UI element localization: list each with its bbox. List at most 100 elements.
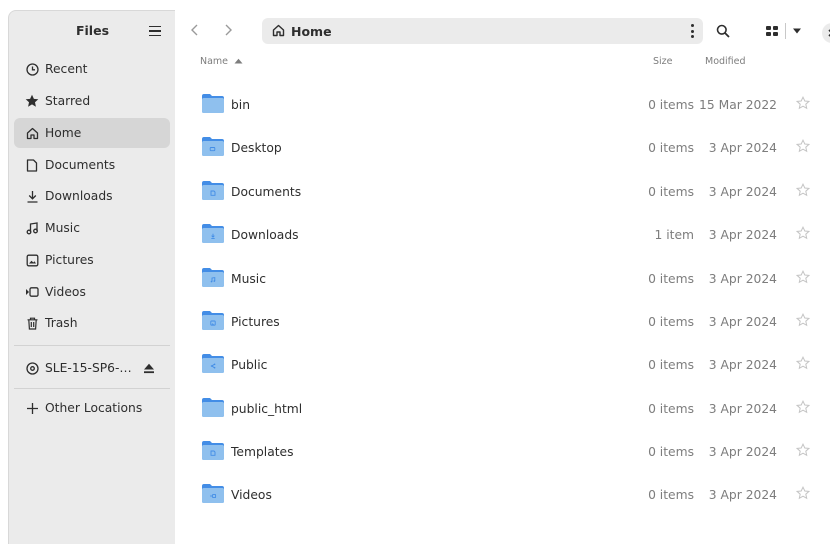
folder-icon	[202, 94, 224, 113]
file-row-videos[interactable]: Videos 0 items 3 Apr 2024	[190, 474, 830, 517]
file-size: 0 items	[648, 315, 694, 329]
disc-icon	[24, 360, 40, 376]
file-row-pictures[interactable]: Pictures 0 items 3 Apr 2024	[190, 301, 830, 344]
path-bar[interactable]: Home	[262, 18, 703, 44]
sidebar-item-device[interactable]: SLE-15-SP6-…	[14, 353, 170, 383]
header-bar: Home	[175, 10, 830, 50]
file-row-public-html[interactable]: public_html 0 items 3 Apr 2024	[190, 388, 830, 431]
sidebar-item-label: Home	[45, 126, 82, 140]
sidebar-item-label: Music	[45, 221, 80, 235]
sidebar-item-label: Trash	[45, 316, 78, 330]
sidebar-item-videos[interactable]: Videos	[14, 277, 170, 307]
files-window: Files Recent Starred Home Documents Down…	[0, 0, 830, 544]
breadcrumb-home[interactable]: Home	[291, 24, 332, 39]
search-icon	[716, 24, 730, 38]
file-modified: 15 Mar 2022	[699, 98, 777, 112]
column-modified-label: Modified	[705, 56, 746, 67]
sidebar-item-downloads[interactable]: Downloads	[14, 181, 170, 211]
star-outline-icon[interactable]	[796, 486, 810, 500]
file-size: 0 items	[648, 402, 694, 416]
file-row-documents[interactable]: Documents 0 items 3 Apr 2024	[190, 171, 830, 214]
star-outline-icon[interactable]	[796, 356, 810, 370]
file-size: 0 items	[648, 98, 694, 112]
sidebar-item-label: Recent	[45, 62, 88, 76]
toolbar-separator	[784, 23, 786, 39]
file-modified: 3 Apr 2024	[708, 272, 777, 286]
column-size-label: Size	[653, 56, 673, 67]
document-icon	[24, 157, 40, 173]
column-name-label: Name	[200, 56, 229, 67]
file-name: Desktop	[231, 141, 282, 155]
file-name: bin	[231, 98, 251, 112]
sidebar-item-label: SLE-15-SP6-…	[45, 361, 132, 375]
file-modified: 3 Apr 2024	[708, 445, 777, 459]
file-size: 0 items	[648, 488, 694, 502]
file-row-public[interactable]: Public 0 items 3 Apr 2024	[190, 344, 830, 387]
sidebar-item-label: Videos	[45, 285, 86, 299]
file-size: 1 item	[654, 228, 694, 242]
folder-videos-icon	[202, 484, 224, 503]
file-row-templates[interactable]: Templates 0 items 3 Apr 2024	[190, 431, 830, 474]
file-name: Downloads	[231, 228, 299, 242]
star-outline-icon[interactable]	[796, 270, 810, 284]
back-button[interactable]	[185, 20, 205, 40]
star-outline-icon[interactable]	[796, 400, 810, 414]
grid-view-icon	[765, 26, 778, 36]
close-button[interactable]	[822, 23, 830, 43]
file-row-downloads[interactable]: Downloads 1 item 3 Apr 2024	[190, 214, 830, 257]
music-icon	[24, 220, 40, 236]
download-icon	[24, 188, 40, 204]
file-size: 0 items	[648, 272, 694, 286]
home-icon	[24, 125, 40, 141]
file-name: Pictures	[231, 315, 280, 329]
folder-pictures-icon	[202, 311, 224, 330]
column-header-name[interactable]: Name	[200, 56, 243, 67]
file-size: 0 items	[648, 141, 694, 155]
sidebar-item-starred[interactable]: Starred	[14, 86, 170, 116]
star-outline-icon[interactable]	[796, 226, 810, 240]
sidebar: Files Recent Starred Home Documents Down…	[8, 10, 175, 544]
sort-ascending-icon	[234, 58, 243, 64]
eject-icon[interactable]	[142, 361, 156, 375]
main-menu-button[interactable]	[146, 22, 164, 40]
search-button[interactable]	[711, 19, 735, 43]
sidebar-item-other-locations[interactable]: Other Locations	[14, 393, 170, 423]
sidebar-item-trash[interactable]: Trash	[14, 308, 170, 338]
file-name: public_html	[231, 402, 303, 416]
file-name: Public	[231, 358, 268, 372]
star-outline-icon[interactable]	[796, 96, 810, 110]
forward-button[interactable]	[218, 20, 238, 40]
sidebar-item-home[interactable]: Home	[14, 118, 170, 148]
file-name: Music	[231, 272, 266, 286]
column-header-modified[interactable]: Modified	[705, 56, 746, 67]
sidebar-item-label: Downloads	[45, 189, 113, 203]
sidebar-header: Files	[9, 11, 176, 51]
sidebar-item-recent[interactable]: Recent	[14, 54, 170, 84]
column-header-size[interactable]: Size	[653, 56, 673, 67]
file-name: Videos	[231, 488, 272, 502]
file-row-desktop[interactable]: Desktop 0 items 3 Apr 2024	[190, 127, 830, 170]
folder-templates-icon	[202, 441, 224, 460]
sidebar-item-documents[interactable]: Documents	[14, 150, 170, 180]
star-outline-icon[interactable]	[796, 313, 810, 327]
star-outline-icon[interactable]	[796, 443, 810, 457]
file-modified: 3 Apr 2024	[708, 315, 777, 329]
picture-icon	[24, 252, 40, 268]
star-outline-icon[interactable]	[796, 139, 810, 153]
folder-menu-button[interactable]	[689, 24, 695, 38]
file-row-music[interactable]: Music 0 items 3 Apr 2024	[190, 258, 830, 301]
folder-music-icon	[202, 268, 224, 287]
file-modified: 3 Apr 2024	[708, 141, 777, 155]
file-size: 0 items	[648, 445, 694, 459]
plus-icon	[24, 400, 40, 416]
file-size: 0 items	[648, 185, 694, 199]
sidebar-item-pictures[interactable]: Pictures	[14, 245, 170, 275]
folder-public-icon	[202, 354, 224, 373]
chevron-left-icon	[191, 24, 198, 36]
clock-icon	[24, 61, 40, 77]
star-outline-icon[interactable]	[796, 183, 810, 197]
sidebar-item-music[interactable]: Music	[14, 213, 170, 243]
folder-documents-icon	[202, 181, 224, 200]
file-row-bin[interactable]: bin 0 items 15 Mar 2022	[190, 84, 830, 127]
view-options-button[interactable]	[758, 19, 808, 43]
